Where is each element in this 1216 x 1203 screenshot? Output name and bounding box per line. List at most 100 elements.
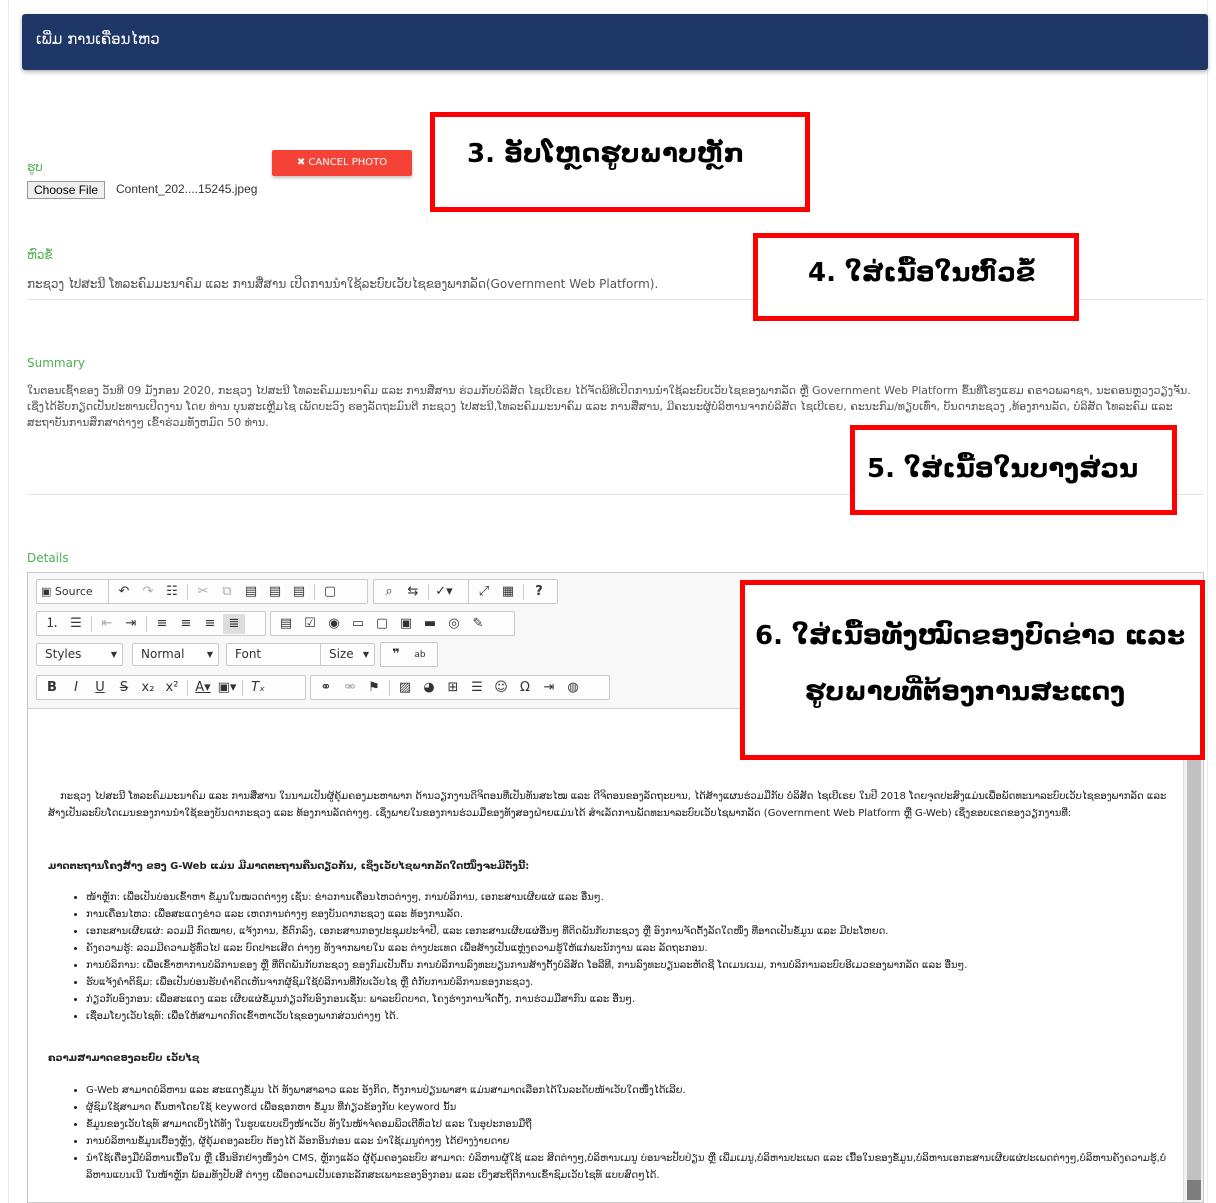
textfield-icon[interactable]: ▭ xyxy=(347,614,369,634)
copy-icon[interactable]: ⧉ xyxy=(216,582,238,602)
separator xyxy=(242,679,243,696)
checkbox-icon[interactable]: ☑ xyxy=(299,614,321,634)
list-item: ຜູ້ຊົມໃຊ້ສາມາດ ຄົ້ນຫາໂດຍໃຊ້ keyword ເພື່… xyxy=(86,1099,1168,1116)
button-icon[interactable]: ▬ xyxy=(419,614,441,634)
callout-details-text-line1: 6. ໃສ່ເນື້ອທັງໝົດຂອງບົດຂ່າວ ແລະ xyxy=(755,621,1185,651)
underline-icon[interactable]: U xyxy=(89,678,111,698)
indent-icon[interactable]: ⇥ xyxy=(120,614,142,634)
callout-title-text: 4. ໃສ່ເນື້ອໃນຫົວຂໍ້ xyxy=(808,258,1036,288)
link-icon[interactable]: ⚭ xyxy=(315,678,337,698)
iframe-icon[interactable]: ◍ xyxy=(562,678,584,698)
unlink-icon[interactable]: ⚮ xyxy=(339,678,361,698)
styles-select[interactable]: Styles ▼ xyxy=(36,643,123,666)
paste-icon[interactable]: ▤ xyxy=(240,582,262,602)
clipboard-group: ↶ ↷ ☷ ✂ ⧉ ▤ ▤ ▤ ▢ xyxy=(108,579,368,604)
language-icon[interactable]: ab xyxy=(409,645,431,665)
subscript-icon[interactable]: x₂ xyxy=(137,678,159,698)
callout-summary-text: 5. ໃສ່ເນື້ອໃນບາງສ່ວນ xyxy=(867,454,1139,484)
paragraph-group: ⒈ ☰ ⇤ ⇥ ≡ ≡ ≡ ≣ xyxy=(36,611,266,636)
separator xyxy=(523,583,524,600)
bulleted-list-icon[interactable]: ☰ xyxy=(65,614,87,634)
hidden-field-icon[interactable]: ◎ xyxy=(443,614,465,634)
bold-icon[interactable]: B xyxy=(41,678,63,698)
format-select[interactable]: Normal ▼ xyxy=(132,643,219,666)
background-color-icon[interactable]: ▣▾ xyxy=(216,678,238,698)
remove-format-icon[interactable]: Tₓ xyxy=(247,678,269,698)
outdent-icon[interactable]: ⇤ xyxy=(96,614,118,634)
undo-icon[interactable]: ↶ xyxy=(113,582,135,602)
page-break-icon[interactable]: ⇥ xyxy=(538,678,560,698)
separator xyxy=(314,583,315,600)
form-icon[interactable]: ▤ xyxy=(275,614,297,634)
show-blocks-icon[interactable]: ▦ xyxy=(497,582,519,602)
image-icon[interactable]: ▨ xyxy=(394,678,416,698)
blocks-group: ❞ ab xyxy=(380,642,438,667)
table-icon[interactable]: ⊞ xyxy=(442,678,464,698)
align-left-icon[interactable]: ≡ xyxy=(151,614,173,634)
numbered-list-icon[interactable]: ⒈ xyxy=(41,614,63,634)
replace-icon[interactable]: ⇆ xyxy=(402,582,424,602)
list-item: ໜ້າຫຼັກ: ເພື່ອເປັນບ່ອນເຂົ້າຫາ ຂໍ້ມູນໃນໝວ… xyxy=(86,889,1168,906)
select-icon[interactable]: ▣ xyxy=(395,614,417,634)
source-button[interactable]: ▣ Source xyxy=(41,582,93,602)
separator xyxy=(428,583,429,600)
summary-label: Summary xyxy=(27,356,85,370)
horizontal-line-icon[interactable]: ☰ xyxy=(466,678,488,698)
details-heading-capabilities: ຄວາມສາມາດຂອງລະບົບ ເວັບໄຊ xyxy=(48,1053,200,1064)
find-icon[interactable]: ⌕ xyxy=(378,582,400,602)
page-header: ເພີ່ມ ການເຄື່ອນໄຫວ xyxy=(22,14,1208,70)
list-item: ເຊື່ອມໂຍງເວັບໄຊທ໌: ເພື່ອໃຫ້ສາມາດກົດເຂົ້າ… xyxy=(86,1008,1168,1025)
anchor-icon[interactable]: ⚑ xyxy=(363,678,385,698)
maximize-icon[interactable]: ⤢ xyxy=(473,582,495,602)
list-item: ການບໍລິການ: ເພື່ອເຂົ້າຫາການບໍລິການຂອງ ຫຼ… xyxy=(86,957,1168,974)
callout-details-text-line2: ຮູບພາບທີ່ຕ້ອງການສະແດງ xyxy=(805,677,1126,707)
textarea-icon[interactable]: ▢ xyxy=(371,614,393,634)
summary-textarea[interactable]: ໃນຕອນເຊົ້າຂອງ ວັນທີ 09 ມັງກອນ 2020, ກະຊວ… xyxy=(27,383,1197,431)
help-icon[interactable]: ? xyxy=(528,582,550,602)
separator xyxy=(146,615,147,632)
text-color-icon[interactable]: A▾ xyxy=(192,678,214,698)
superscript-icon[interactable]: x² xyxy=(161,678,183,698)
flash-icon[interactable]: ◕ xyxy=(418,678,440,698)
editor-scrollbar[interactable] xyxy=(1183,710,1203,1202)
source-label: Source xyxy=(54,584,93,598)
separator xyxy=(389,679,390,696)
align-center-icon[interactable]: ≡ xyxy=(175,614,197,634)
callout-details: 6. ໃສ່ເນື້ອທັງໝົດຂອງບົດຂ່າວ ແລະ ຮູບພາບທີ… xyxy=(740,580,1205,760)
radio-icon[interactable]: ◉ xyxy=(323,614,345,634)
image-button-icon[interactable]: ✎ xyxy=(467,614,489,634)
preview-icon[interactable]: ▢ xyxy=(319,582,341,602)
list-item: G-Web ສາມາດບໍລິຫານ ແລະ ສະແດງຂໍ້ມູນ ໄດ້ ທ… xyxy=(86,1082,1168,1099)
redo-icon[interactable]: ↷ xyxy=(137,582,159,602)
size-select[interactable]: Size ▼ xyxy=(320,643,375,666)
list-item: ເອກະສານເຜີຍແຜ່: ລວມມີ ກົດໝາຍ, ແຈ້ງການ, ຂ… xyxy=(86,923,1168,940)
source-group: ▣ Source xyxy=(36,579,111,604)
editor-content-area[interactable]: ກະຊວງ ໄປສະນີ ໂທລະຄົມມະນາຄົມ ແລະ ການສື່ສາ… xyxy=(28,710,1183,1202)
list-item: ນຳໃຊ້ເຄື່ອງມືບໍລິຫານເນື້ອໃນ ຫຼື ເອີ້ນອີກ… xyxy=(86,1150,1168,1184)
details-heading-structure: ມາດຕະຖານໂຄງສ້າງ ຂອງ G-Web ແມ່ນ ມີມາດຕະຖາ… xyxy=(48,861,530,872)
align-justify-icon[interactable]: ≣ xyxy=(223,613,245,634)
title-input[interactable]: ກະຊວງ ໄປສະນີ ໂທລະຄົມມະນາຄົມ ແລະ ການສື່ສາ… xyxy=(27,276,787,292)
align-right-icon[interactable]: ≡ xyxy=(199,614,221,634)
tools-group: ⤢ ▦ ? xyxy=(468,579,558,604)
details-label: Details xyxy=(27,551,69,565)
spellcheck-icon[interactable]: ✓▾ xyxy=(433,582,455,602)
blockquote-icon[interactable]: ❞ xyxy=(385,645,407,665)
cut-icon[interactable]: ✂ xyxy=(192,582,214,602)
paste-word-icon[interactable]: ▤ xyxy=(288,582,310,602)
special-char-icon[interactable]: Ω xyxy=(514,678,536,698)
editor-scrollbar-thumb[interactable] xyxy=(1187,1180,1201,1200)
cancel-photo-button[interactable]: ✖ CANCEL PHOTO xyxy=(272,150,412,176)
list-item: ຂໍ້ມູນຂອງເວັບໄຊທ໌ ສາມາດເບິ່ງໄດ້ທັງ ໃນຮູບ… xyxy=(86,1116,1168,1133)
smiley-icon[interactable]: ☺ xyxy=(490,678,512,698)
separator xyxy=(187,583,188,600)
list-item: ການເຄື່ອນໄຫວ: ເພື່ອສະແດງຂ່າວ ແລະ ເຫດການຕ… xyxy=(86,906,1168,923)
italic-icon[interactable]: I xyxy=(65,678,87,698)
strikethrough-icon[interactable]: S xyxy=(113,678,135,698)
choose-file-button[interactable]: Choose File xyxy=(27,181,106,199)
selected-file-name: Content_202....15245.jpeg xyxy=(116,182,258,196)
templates-icon[interactable]: ☷ xyxy=(161,582,183,602)
page-title: ເພີ່ມ ການເຄື່ອນໄຫວ xyxy=(36,30,160,48)
paste-text-icon[interactable]: ▤ xyxy=(264,582,286,602)
chevron-down-icon: ▼ xyxy=(362,650,369,659)
